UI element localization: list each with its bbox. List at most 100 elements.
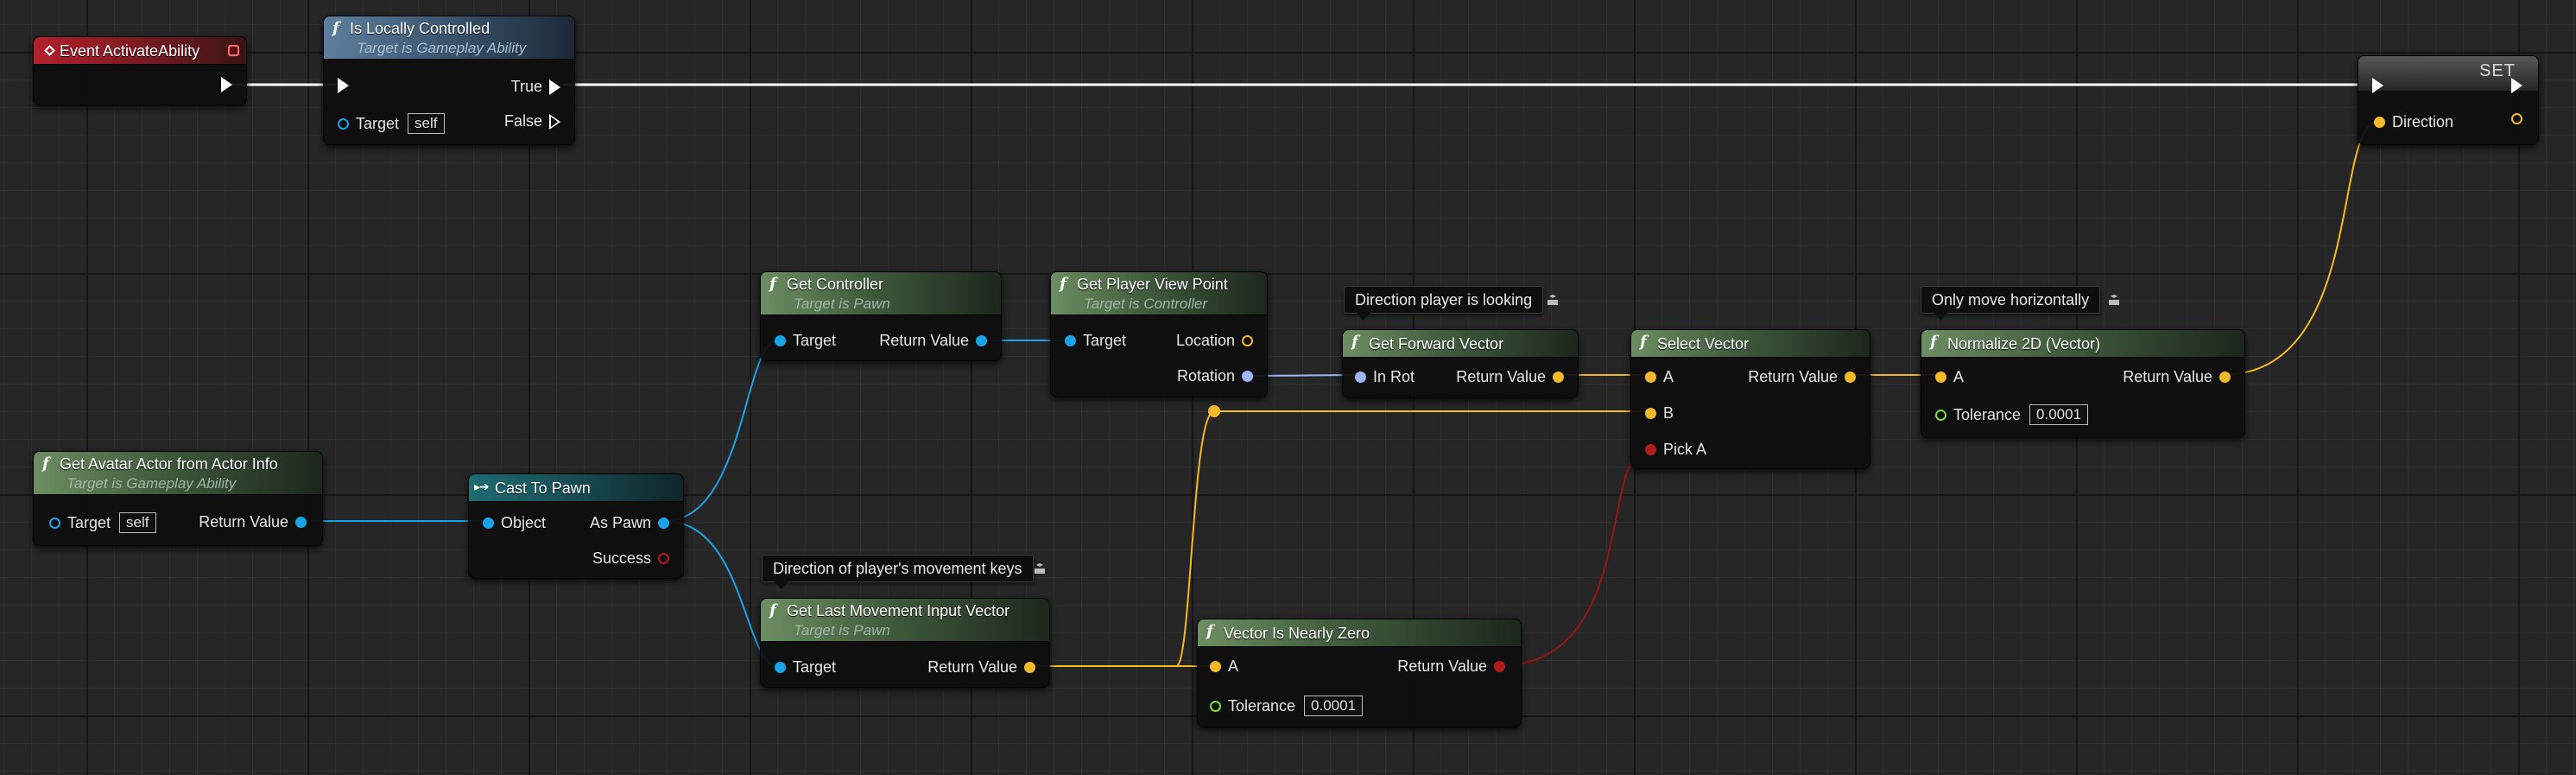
node-header[interactable]: f Vector Is Nearly Zero bbox=[1198, 619, 1521, 647]
vector-is-nearly-zero-node[interactable]: f Vector Is Nearly Zero A Return Value T… bbox=[1197, 619, 1522, 727]
pin-label: A bbox=[1953, 368, 1965, 385]
return-value-pin[interactable]: Return Value bbox=[872, 332, 987, 350]
rotation-pin[interactable]: Rotation bbox=[1170, 367, 1253, 385]
node-header[interactable]: f Get Controller Target is Pawn bbox=[761, 272, 1001, 315]
vector-pin-icon bbox=[2219, 372, 2231, 383]
target-pin[interactable]: Target bbox=[775, 332, 843, 350]
pin-label: Target bbox=[1083, 332, 1127, 349]
node-title: Is Locally Controlled bbox=[350, 20, 491, 37]
a-input-pin[interactable]: A bbox=[1935, 368, 1971, 386]
success-pin[interactable]: Success bbox=[585, 549, 669, 568]
a-input-pin[interactable]: A bbox=[1210, 657, 1245, 676]
node-header[interactable]: Event ActivateAbility bbox=[34, 37, 246, 65]
object-input-pin[interactable]: Object bbox=[483, 514, 553, 532]
direction-output-pin[interactable] bbox=[2511, 113, 2522, 124]
comment-bubble-horizontal[interactable]: Only move horizontally bbox=[1921, 286, 2101, 321]
normalize-2d-node[interactable]: f Normalize 2D (Vector) A Return Value T… bbox=[1921, 329, 2245, 438]
node-title: Get Forward Vector bbox=[1369, 335, 1504, 353]
comment-bubble-looking[interactable]: Direction player is looking bbox=[1344, 286, 1544, 321]
exec-in-pin[interactable] bbox=[2372, 78, 2383, 93]
true-exec-pin[interactable]: True bbox=[504, 78, 560, 96]
node-header[interactable]: ▸➜ Cast To Pawn bbox=[469, 474, 683, 502]
comment-pin-toggle-icon[interactable] bbox=[2109, 293, 2119, 305]
vector-pin-icon bbox=[1845, 372, 1856, 383]
target-pin[interactable]: Target self bbox=[49, 512, 156, 533]
get-last-movement-input-node[interactable]: f Get Last Movement Input Vector Target … bbox=[760, 598, 1050, 688]
cast-to-pawn-node[interactable]: ▸➜ Cast To Pawn Object As Pawn Success bbox=[468, 473, 684, 579]
as-pawn-pin[interactable]: As Pawn bbox=[583, 514, 669, 532]
pin-label: Rotation bbox=[1176, 367, 1235, 384]
pin-label: B bbox=[1663, 404, 1674, 422]
target-self-field[interactable]: self bbox=[119, 512, 156, 533]
b-input-pin[interactable]: B bbox=[1645, 404, 1680, 422]
bool-pin-icon bbox=[1494, 661, 1505, 672]
exec-arrow-icon bbox=[221, 77, 232, 92]
get-player-view-point-node[interactable]: f Get Player View Point Target is Contro… bbox=[1050, 271, 1268, 397]
false-exec-pin[interactable]: False bbox=[497, 112, 560, 130]
set-direction-node[interactable]: SET Direction bbox=[2358, 55, 2539, 145]
node-header[interactable]: f Select Vector bbox=[1631, 330, 1870, 358]
target-pin[interactable]: Target bbox=[1065, 332, 1133, 350]
object-pin-icon bbox=[658, 518, 669, 529]
pin-label: A bbox=[1663, 368, 1674, 385]
comment-bubble-movement[interactable]: Direction of player's movement keys bbox=[762, 555, 1034, 589]
exec-out-pin[interactable] bbox=[221, 77, 232, 92]
target-pin[interactable]: Target self bbox=[338, 113, 445, 134]
node-header[interactable]: f Get Avatar Actor from Actor Info Targe… bbox=[34, 452, 322, 495]
exec-in-pin[interactable] bbox=[338, 78, 349, 93]
node-header[interactable]: f Normalize 2D (Vector) bbox=[1921, 330, 2244, 358]
function-icon: f bbox=[1351, 333, 1358, 351]
target-self-field[interactable]: self bbox=[408, 113, 445, 134]
target-pin[interactable]: Target bbox=[775, 658, 843, 677]
rotator-pin-icon bbox=[1355, 372, 1366, 383]
tolerance-field[interactable]: 0.0001 bbox=[1304, 696, 1364, 716]
pin-label: A bbox=[1228, 657, 1239, 675]
node-header[interactable]: f Get Last Movement Input Vector Target … bbox=[761, 599, 1049, 642]
location-pin[interactable]: Location bbox=[1169, 332, 1253, 350]
a-input-pin[interactable]: A bbox=[1645, 368, 1680, 386]
in-rot-pin[interactable]: In Rot bbox=[1355, 368, 1421, 386]
return-value-pin[interactable]: Return Value bbox=[192, 513, 307, 531]
blueprint-graph-canvas[interactable]: Event ActivateAbility f Is Locally Contr… bbox=[0, 0, 2576, 775]
exec-out-pin[interactable] bbox=[2511, 78, 2522, 93]
wire-reroute-knot[interactable] bbox=[1208, 405, 1220, 417]
vector-pin-icon bbox=[1242, 335, 1253, 346]
return-value-pin[interactable]: Return Value bbox=[2116, 368, 2231, 386]
pin-label: Return Value bbox=[879, 332, 969, 349]
get-forward-vector-node[interactable]: f Get Forward Vector In Rot Return Value bbox=[1342, 329, 1579, 398]
return-value-pin[interactable]: Return Value bbox=[921, 658, 1035, 677]
return-value-pin[interactable]: Return Value bbox=[1449, 368, 1564, 386]
node-title: Get Controller bbox=[787, 276, 884, 293]
select-vector-node[interactable]: f Select Vector A Return Value B Pick A bbox=[1630, 329, 1870, 469]
direction-input-pin[interactable]: Direction bbox=[2374, 113, 2460, 131]
tolerance-pin[interactable]: Tolerance 0.0001 bbox=[1210, 696, 1364, 716]
function-icon: f bbox=[1060, 275, 1066, 293]
pin-label: Return Value bbox=[199, 513, 288, 530]
get-avatar-actor-node[interactable]: f Get Avatar Actor from Actor Info Targe… bbox=[33, 451, 323, 546]
pin-label: True bbox=[510, 78, 542, 95]
node-title: Get Player View Point bbox=[1077, 276, 1228, 293]
return-value-pin[interactable]: Return Value bbox=[1741, 368, 1856, 386]
event-delegate-icon bbox=[228, 45, 239, 56]
function-icon: f bbox=[1930, 333, 1937, 351]
comment-pin-toggle-icon[interactable] bbox=[1547, 293, 1558, 305]
node-title: Normalize 2D (Vector) bbox=[1947, 335, 2101, 353]
tolerance-field[interactable]: 0.0001 bbox=[2029, 404, 2089, 425]
get-controller-node[interactable]: f Get Controller Target is Pawn Target R… bbox=[760, 271, 1002, 361]
tolerance-pin[interactable]: Tolerance 0.0001 bbox=[1935, 404, 2089, 425]
node-header[interactable]: f Get Forward Vector bbox=[1343, 330, 1578, 358]
event-activate-ability-node[interactable]: Event ActivateAbility bbox=[33, 36, 247, 105]
pin-label: Target bbox=[67, 513, 111, 531]
vector-pin-icon bbox=[1210, 661, 1221, 672]
is-locally-controlled-node[interactable]: f Is Locally Controlled Target is Gamepl… bbox=[323, 16, 575, 145]
object-pin-icon bbox=[976, 335, 987, 346]
return-value-pin[interactable]: Return Value bbox=[1390, 657, 1505, 676]
function-icon: f bbox=[1640, 333, 1647, 351]
node-header[interactable]: f Get Player View Point Target is Contro… bbox=[1051, 272, 1267, 315]
vector-pin-icon bbox=[1645, 372, 1656, 383]
pin-label: Target bbox=[356, 114, 400, 132]
pick-a-pin[interactable]: Pick A bbox=[1645, 441, 1713, 459]
comment-pin-toggle-icon[interactable] bbox=[1035, 562, 1045, 574]
node-header[interactable]: f Is Locally Controlled Target is Gamepl… bbox=[324, 16, 574, 60]
pin-label: Target bbox=[793, 658, 837, 676]
